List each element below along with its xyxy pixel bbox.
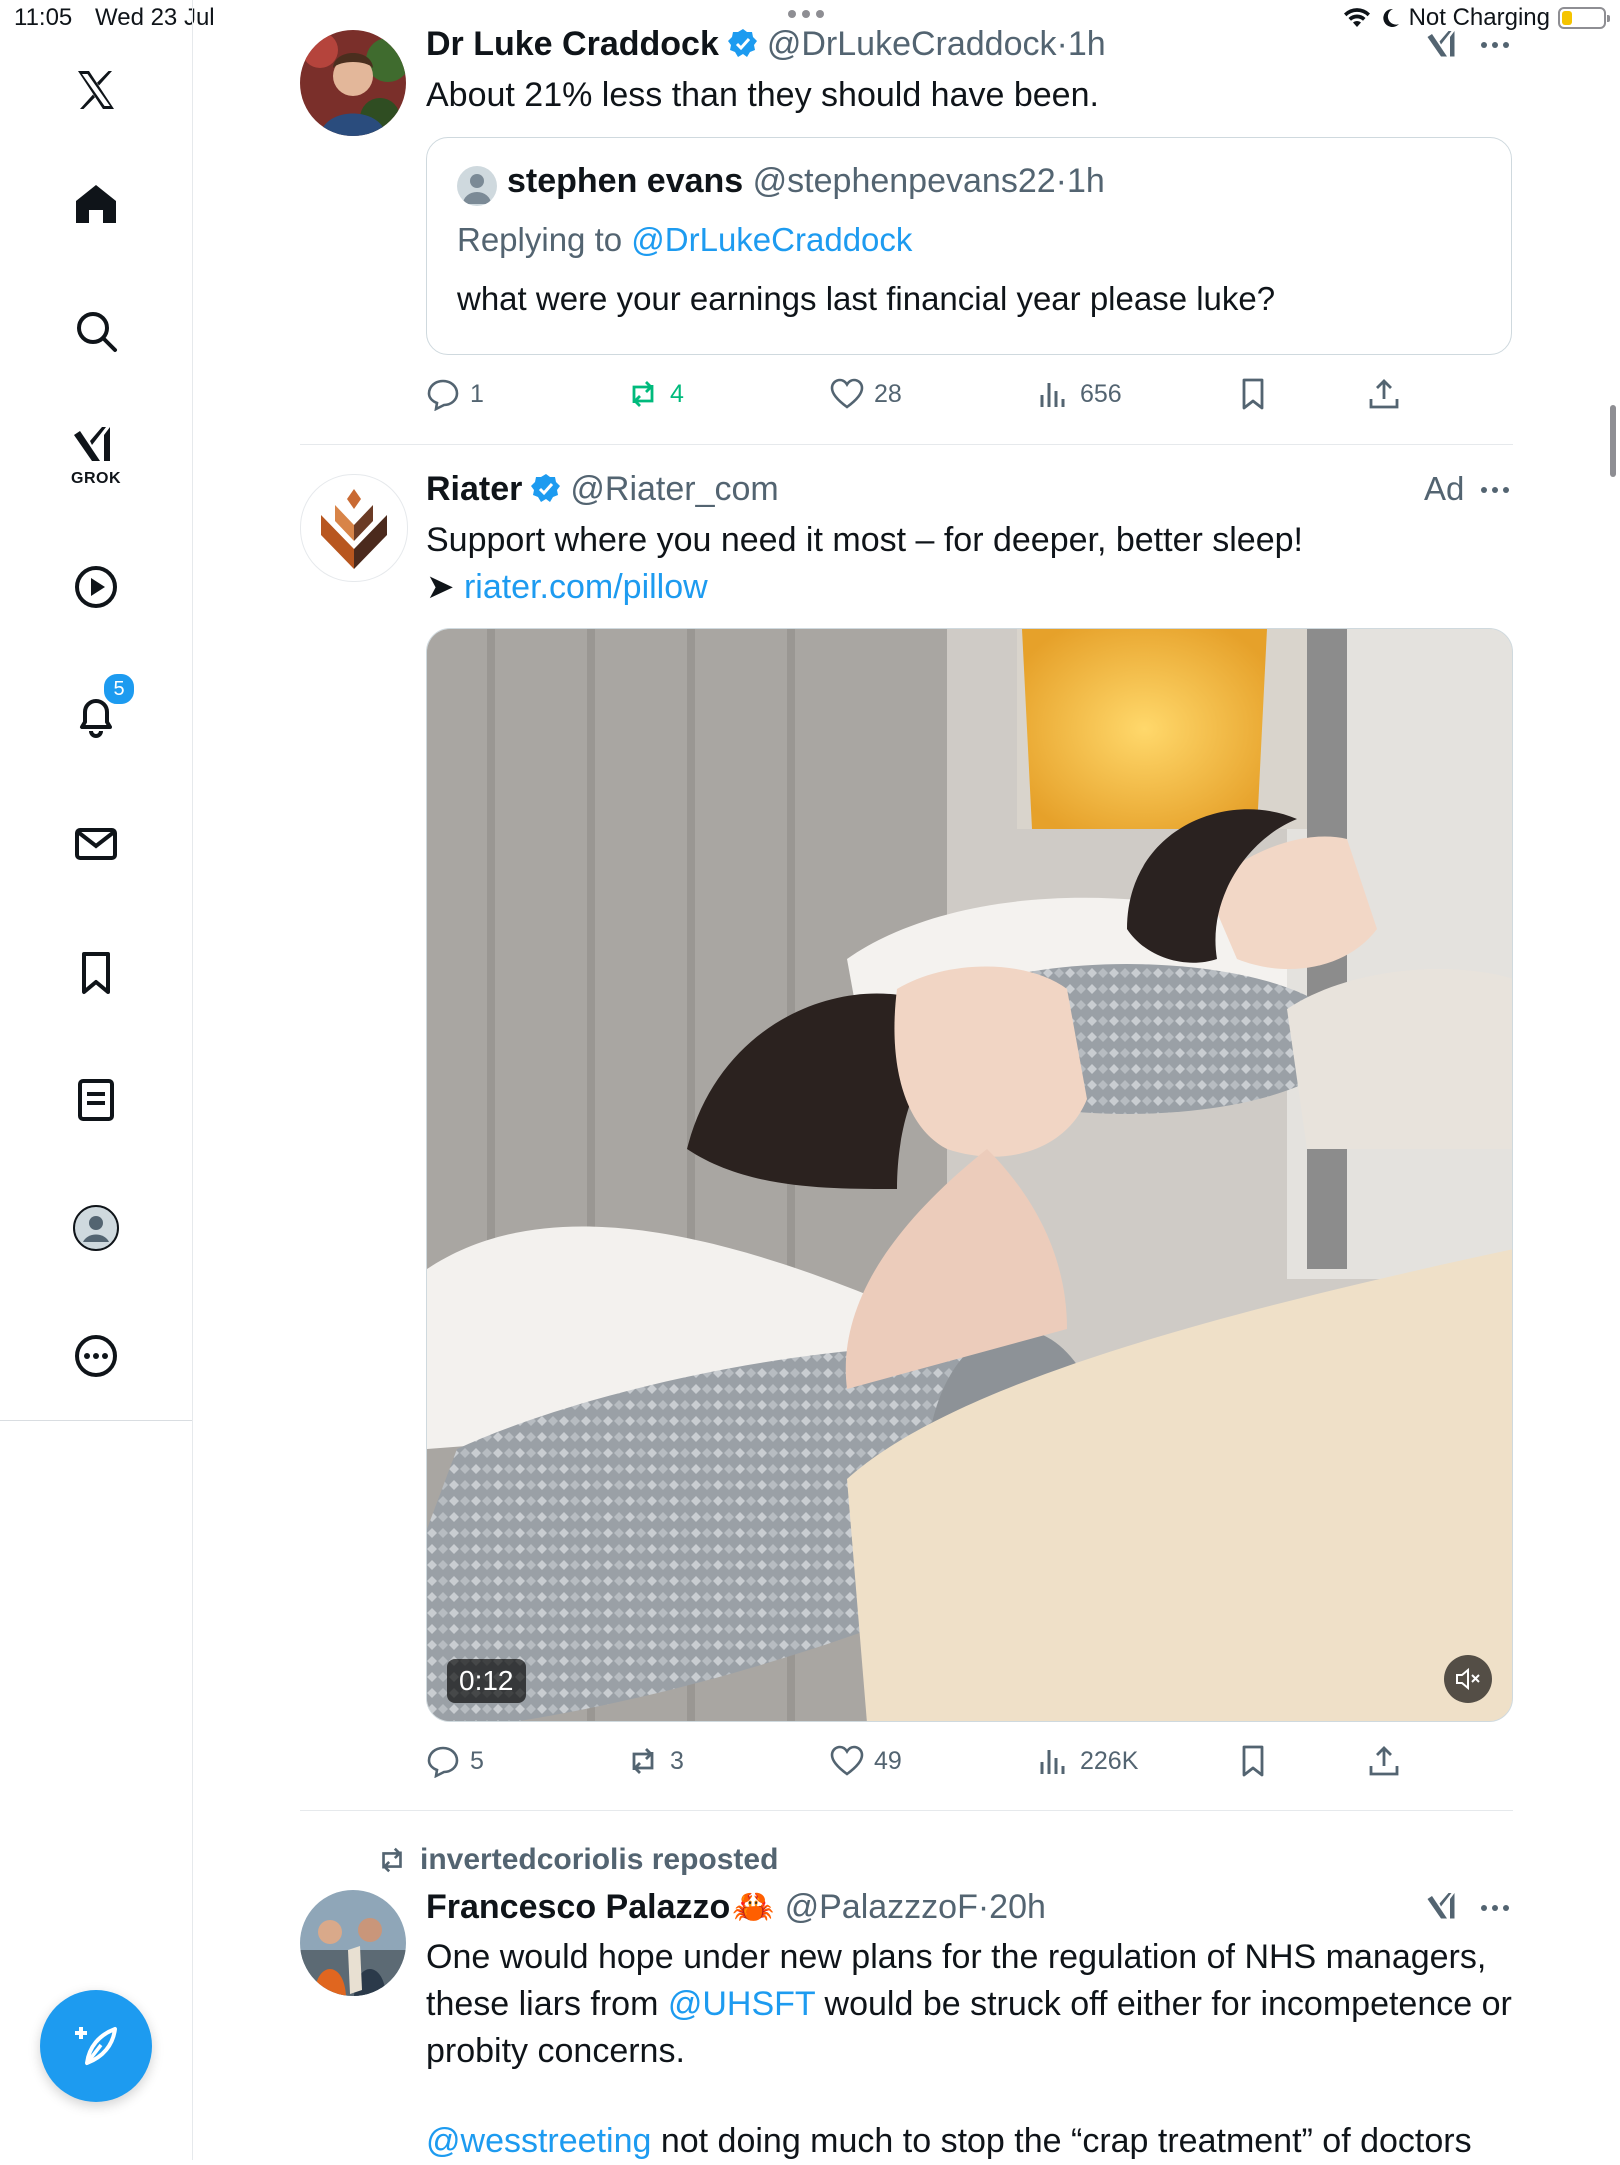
view-count: 226K	[1080, 1746, 1139, 1775]
repost-context[interactable]: invertedcoriolis reposted	[376, 1838, 778, 1882]
share-button[interactable]	[1367, 372, 1401, 416]
bookmark-icon	[1242, 1745, 1264, 1777]
tweet-text-part: not doing much to stop the “crap treatme…	[651, 2122, 1472, 2160]
views-icon	[1040, 383, 1065, 407]
advertiser-name[interactable]: Riater	[426, 470, 522, 509]
replying-to-mention[interactable]: @DrLukeCraddock	[631, 221, 912, 258]
tweet-text: About 21% less than they should have bee…	[426, 76, 1099, 114]
heart-icon	[830, 1745, 864, 1776]
dot-separator: ·	[977, 1887, 990, 1926]
heart-icon	[830, 378, 864, 409]
ad-link-line: ➤ riater.com/pillow	[426, 564, 1506, 611]
mention-link[interactable]: @UHSFT	[668, 1985, 815, 2023]
quote-author-handle: @stephenpevans22	[752, 162, 1056, 200]
tweet-text: One would hope under new plans for the r…	[426, 1934, 1516, 2075]
author-name[interactable]: Dr Luke Craddock	[426, 25, 719, 64]
reply-icon	[427, 379, 459, 411]
bookmark-button[interactable]	[1236, 1739, 1270, 1783]
like-button[interactable]: 28	[830, 372, 902, 416]
views-icon	[1040, 1750, 1065, 1774]
author-name[interactable]: Francesco Palazzo	[426, 1888, 730, 1927]
video-player[interactable]: 0:12	[426, 628, 1513, 1722]
compose-icon	[75, 2027, 117, 2065]
avatar[interactable]	[300, 1890, 406, 1996]
video-duration: 0:12	[447, 1659, 526, 1703]
verified-badge-icon	[727, 29, 757, 57]
author-handle[interactable]: @PalazzzoF	[785, 1888, 978, 1927]
repost-icon	[632, 381, 654, 407]
repost-label: invertedcoriolis reposted	[420, 1843, 779, 1876]
dot-separator: ·	[1055, 162, 1067, 200]
verified-badge-icon	[531, 474, 561, 502]
repost-button[interactable]: 3	[626, 1739, 684, 1783]
repost-icon	[382, 1847, 402, 1873]
like-count: 28	[874, 379, 902, 408]
avatar[interactable]	[300, 30, 406, 136]
quote-text: what were your earnings last financial y…	[457, 280, 1276, 317]
grok-icon[interactable]	[1426, 1890, 1462, 1926]
like-button[interactable]: 49	[830, 1739, 902, 1783]
more-options-icon[interactable]	[1481, 42, 1509, 48]
views-button[interactable]: 226K	[1036, 1739, 1138, 1783]
tweet-time[interactable]: 20h	[989, 1888, 1046, 1927]
ad-label: Ad	[1424, 470, 1465, 507]
scrollbar[interactable]	[1610, 405, 1616, 477]
tweet-actions: 5 3 49 226K	[426, 1739, 1426, 1783]
compose-button[interactable]	[40, 1990, 152, 2102]
author-handle[interactable]: @DrLukeCraddock	[767, 25, 1057, 64]
more-options-icon[interactable]	[1481, 1905, 1509, 1911]
reply-button[interactable]: 5	[426, 1739, 484, 1783]
quote-author-name: stephen evans	[507, 162, 744, 200]
crab-emoji: 🦀	[732, 1888, 775, 1926]
ad-text: Support where you need it most – for dee…	[426, 521, 1303, 559]
repost-count: 3	[670, 1746, 684, 1775]
quote-avatar	[457, 166, 497, 206]
reply-count: 5	[470, 1746, 484, 1775]
tweet-time[interactable]: 1h	[1068, 25, 1106, 64]
quote-time: 1h	[1066, 162, 1105, 200]
mute-button[interactable]	[1444, 1655, 1492, 1703]
replying-to-prefix: Replying to	[457, 221, 623, 258]
share-icon	[1369, 1746, 1399, 1776]
bookmark-button[interactable]	[1236, 372, 1270, 416]
mention-link[interactable]: @wesstreeting	[426, 2122, 651, 2160]
share-button[interactable]	[1367, 1739, 1401, 1783]
ad-link[interactable]: riater.com/pillow	[464, 568, 708, 606]
repost-count: 4	[670, 379, 684, 408]
muted-speaker-icon	[1456, 1667, 1480, 1691]
reply-icon	[427, 1746, 459, 1778]
tweet-divider	[300, 1810, 1513, 1811]
more-options-icon[interactable]	[1481, 487, 1509, 493]
reply-button[interactable]: 1	[426, 372, 484, 416]
tweet[interactable]: Dr Luke Craddock @DrLukeCraddock · 1h Ab…	[0, 0, 1620, 445]
reply-count: 1	[470, 379, 484, 408]
quoted-tweet[interactable]: stephen evans @stephenpevans22·1h Replyi…	[426, 137, 1512, 355]
tweet-text-continued: @wesstreeting not doing much to stop the…	[426, 2118, 1536, 2165]
views-button[interactable]: 656	[1036, 372, 1122, 416]
like-count: 49	[874, 1746, 902, 1775]
tweet-actions: 1 4 28 656	[426, 372, 1426, 416]
repost-icon	[632, 1748, 654, 1774]
dot-separator: ·	[1056, 24, 1068, 63]
advertiser-logo[interactable]	[300, 474, 408, 582]
view-count: 656	[1080, 379, 1122, 408]
bookmark-icon	[1242, 378, 1264, 410]
grok-icon[interactable]	[1426, 28, 1462, 64]
advertiser-handle[interactable]: @Riater_com	[570, 470, 778, 509]
share-icon	[1369, 379, 1399, 409]
video-thumbnail	[427, 629, 1512, 1721]
arrow-glyph: ➤	[426, 568, 455, 606]
repost-button[interactable]: 4	[626, 372, 684, 416]
